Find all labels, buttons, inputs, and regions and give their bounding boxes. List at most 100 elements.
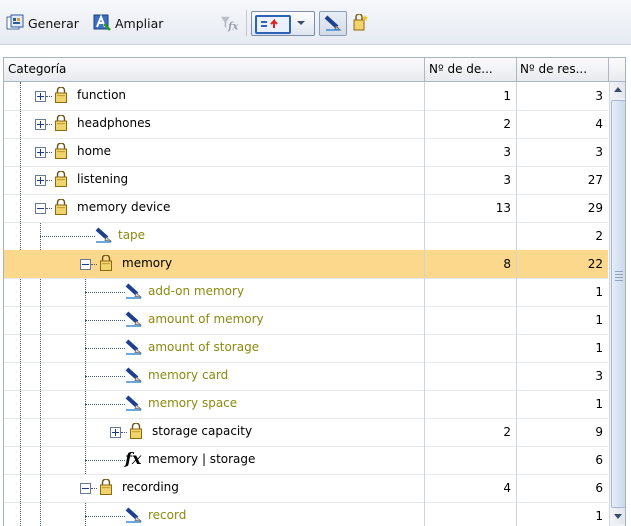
cell-response-count: 2 xyxy=(595,229,603,243)
term-pen-icon xyxy=(125,339,143,355)
toolbar-separator xyxy=(246,10,247,36)
collapse-button[interactable] xyxy=(35,203,46,214)
table-row[interactable]: home 3 3 xyxy=(4,138,608,167)
table-row[interactable]: listening 3 27 xyxy=(4,166,608,195)
expand-button[interactable] xyxy=(35,119,46,130)
table-row[interactable]: fx memory | storage 6 xyxy=(4,446,608,475)
cell-doc-count: 4 xyxy=(503,481,511,495)
table-row[interactable]: amount of storage 1 xyxy=(4,334,608,363)
category-icon xyxy=(55,115,67,131)
table-row[interactable]: function 1 3 xyxy=(4,82,608,111)
table-row[interactable]: record 1 xyxy=(4,502,608,526)
table-row[interactable]: memory space 1 xyxy=(4,390,608,419)
column-header-docs[interactable]: Nº de de... xyxy=(429,62,493,76)
column-divider xyxy=(424,502,425,526)
table-row[interactable]: storage capacity 2 9 xyxy=(4,418,608,447)
tree-connector xyxy=(85,320,125,321)
row-label: amount of storage xyxy=(148,340,260,354)
table-header: Categoría Nº de de... Nº de res... xyxy=(4,58,625,82)
cell-response-count: 1 xyxy=(595,285,603,299)
cell-response-count: 1 xyxy=(595,313,603,327)
column-header-category[interactable]: Categoría xyxy=(8,62,66,76)
scroll-down-button[interactable] xyxy=(610,508,625,524)
term-pen-icon xyxy=(95,227,113,243)
display-dropdown[interactable] xyxy=(251,11,315,36)
cell-doc-count: 13 xyxy=(495,201,511,215)
new-category-button[interactable] xyxy=(351,12,369,34)
column-divider xyxy=(424,58,425,81)
table-row[interactable]: amount of memory 1 xyxy=(4,306,608,335)
pen-icon xyxy=(324,15,342,31)
filter-fx-button[interactable]: fx xyxy=(220,12,238,34)
arrow-down-icon xyxy=(614,514,622,519)
tree-connector xyxy=(46,124,52,125)
term-pen-icon xyxy=(125,367,143,383)
category-table: Categoría Nº de de... Nº de res... funct… xyxy=(3,57,626,526)
cell-response-count: 9 xyxy=(595,425,603,439)
row-label: memory device xyxy=(77,200,171,214)
row-label: amount of memory xyxy=(148,312,264,326)
row-label: add-on memory xyxy=(148,284,245,298)
tree-connector xyxy=(121,432,127,433)
tree-connector xyxy=(85,292,125,293)
extend-icon xyxy=(93,14,111,31)
filter-fx-icon: fx xyxy=(220,16,238,32)
svg-text:fx: fx xyxy=(227,21,238,32)
row-label: listening xyxy=(77,172,129,186)
vertical-scrollbar[interactable] xyxy=(609,82,625,526)
table-row[interactable]: recording 4 6 xyxy=(4,474,608,503)
cell-doc-count: 3 xyxy=(503,145,511,159)
table-row[interactable]: memory device 13 29 xyxy=(4,194,608,223)
category-icon xyxy=(100,255,112,271)
scroll-grip-icon xyxy=(615,271,623,283)
category-icon xyxy=(130,423,142,439)
cell-doc-count: 8 xyxy=(503,257,511,271)
extend-button[interactable]: Ampliar xyxy=(93,12,163,34)
row-label: memory xyxy=(122,256,173,270)
cell-response-count: 1 xyxy=(595,509,603,523)
cell-response-count: 3 xyxy=(595,89,603,103)
cell-doc-count: 3 xyxy=(503,173,511,187)
cell-response-count: 22 xyxy=(587,257,603,271)
row-label: tape xyxy=(118,228,146,242)
table-row[interactable]: headphones 2 4 xyxy=(4,110,608,139)
tree-connector xyxy=(40,236,95,237)
expand-button[interactable] xyxy=(35,91,46,102)
row-label: record xyxy=(148,508,187,522)
row-label: memory space xyxy=(148,396,238,410)
generate-button[interactable]: Generar xyxy=(6,12,79,34)
scroll-thumb[interactable] xyxy=(611,100,625,508)
table-row[interactable]: memory card 3 xyxy=(4,362,608,391)
tree-connector xyxy=(46,152,52,153)
collapse-button[interactable] xyxy=(80,259,91,270)
new-category-icon xyxy=(353,14,368,31)
pen-tool-button[interactable] xyxy=(319,11,347,36)
row-label: function xyxy=(77,88,127,102)
row-label: home xyxy=(77,144,112,158)
extend-label: Ampliar xyxy=(115,15,164,31)
table-row[interactable]: memory 8 22 xyxy=(4,250,608,279)
display-dropdown-icon xyxy=(255,15,291,34)
column-divider xyxy=(424,278,425,306)
cell-response-count: 27 xyxy=(587,173,603,187)
term-pen-icon xyxy=(125,283,143,299)
category-icon xyxy=(55,171,67,187)
row-label: memory | storage xyxy=(148,452,256,466)
column-divider xyxy=(424,446,425,474)
table-row[interactable]: tape 2 xyxy=(4,222,608,251)
expand-button[interactable] xyxy=(110,427,121,438)
category-icon xyxy=(55,87,67,103)
scroll-up-button[interactable] xyxy=(610,82,625,98)
cell-response-count: 6 xyxy=(595,481,603,495)
generate-label: Generar xyxy=(28,15,79,31)
cell-response-count: 6 xyxy=(595,453,603,467)
toolbar: Generar Ampliar fx xyxy=(0,0,631,45)
table-row[interactable]: add-on memory 1 xyxy=(4,278,608,307)
term-pen-icon xyxy=(125,311,143,327)
column-divider xyxy=(424,222,425,250)
expand-button[interactable] xyxy=(35,175,46,186)
collapse-button[interactable] xyxy=(80,483,91,494)
column-divider xyxy=(516,58,517,81)
expand-button[interactable] xyxy=(35,147,46,158)
column-header-responses[interactable]: Nº de res... xyxy=(520,62,587,76)
